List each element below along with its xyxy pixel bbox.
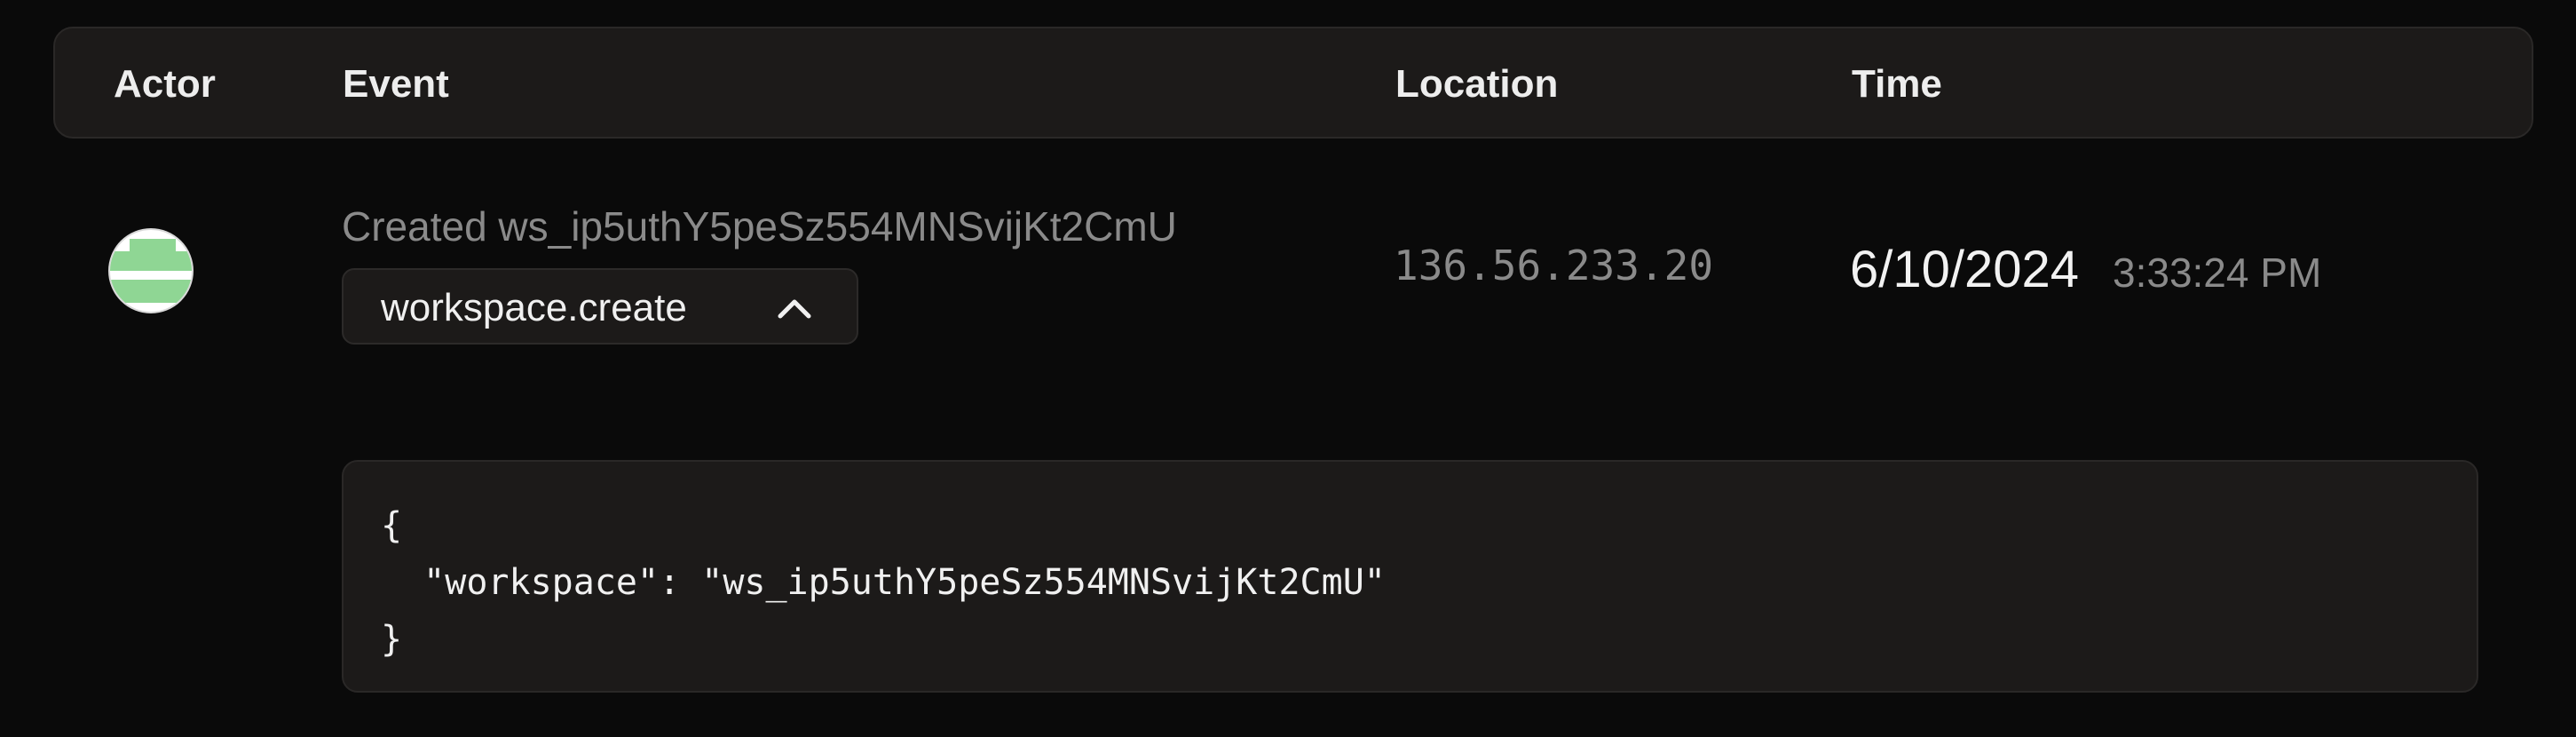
payload-line: "workspace": "ws_ip5uthY5peSz554MNSvijKt… [381,562,1386,603]
event-payload-json: { "workspace": "ws_ip5uthY5peSz554MNSvij… [342,460,2478,693]
table-header: Actor Event Location Time [53,27,2533,139]
event-type-label: workspace.create [381,286,687,329]
event-description: Created ws_ip5uthY5peSz554MNSvijKt2CmU [342,203,1177,250]
column-header-event: Event [343,62,449,106]
event-time: 3:33:24 PM [2113,250,2322,296]
payload-line: } [381,619,403,660]
payload-line: { [381,505,403,546]
event-type-toggle-button[interactable]: workspace.create [342,268,858,345]
column-header-actor: Actor [114,62,216,106]
audit-log-page: Actor Event Location Time Created ws_ip5… [0,0,2576,737]
event-location-ip: 136.56.233.20 [1394,242,1714,289]
column-header-location: Location [1395,62,1559,106]
chevron-up-icon [778,299,811,319]
actor-avatar [108,228,194,313]
event-date: 6/10/2024 [1850,241,2080,298]
column-header-time: Time [1852,62,1942,106]
